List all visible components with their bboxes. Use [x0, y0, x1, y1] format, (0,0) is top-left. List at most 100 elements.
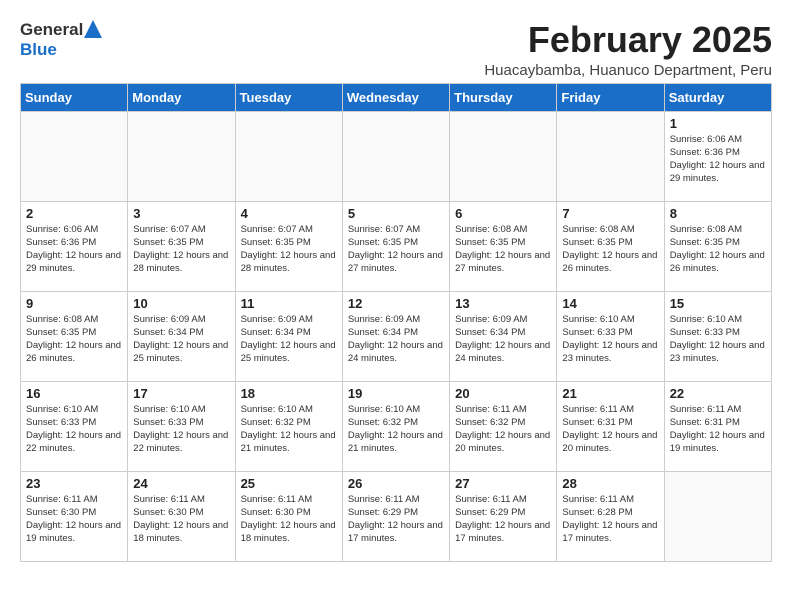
- calendar-cell: 15 Sunrise: 6:10 AM Sunset: 6:33 PM Dayli…: [664, 291, 771, 381]
- day-info: Sunrise: 6:11 AM Sunset: 6:30 PM Dayligh…: [241, 493, 337, 546]
- day-info: Sunrise: 6:11 AM Sunset: 6:29 PM Dayligh…: [348, 493, 444, 546]
- calendar-cell: 16 Sunrise: 6:10 AM Sunset: 6:33 PM Dayli…: [21, 381, 128, 471]
- day-number: 24: [133, 476, 229, 491]
- day-info: Sunrise: 6:11 AM Sunset: 6:30 PM Dayligh…: [133, 493, 229, 546]
- day-info: Sunrise: 6:08 AM Sunset: 6:35 PM Dayligh…: [455, 223, 551, 276]
- calendar-cell: 13Sunrise: 6:09 AM Sunset: 6:34 PM Dayli…: [450, 291, 557, 381]
- calendar-cell: 5 Sunrise: 6:07 AM Sunset: 6:35 PM Daylig…: [342, 201, 449, 291]
- day-info: Sunrise: 6:11 AM Sunset: 6:28 PM Dayligh…: [562, 493, 658, 546]
- calendar-cell: [128, 111, 235, 201]
- calendar-table: Sunday Monday Tuesday Wednesday Thursday…: [20, 83, 772, 562]
- day-number: 9: [26, 296, 122, 311]
- day-number: 27: [455, 476, 551, 491]
- calendar-subtitle: Huacaybamba, Huanuco Department, Peru: [484, 62, 772, 79]
- day-info: Sunrise: 6:07 AM Sunset: 6:35 PM Dayligh…: [133, 223, 229, 276]
- logo-icon: [84, 20, 102, 40]
- calendar-week-4: 23 Sunrise: 6:11 AM Sunset: 6:30 PM Dayli…: [21, 471, 772, 561]
- calendar-cell: 19Sunrise: 6:10 AM Sunset: 6:32 PM Dayli…: [342, 381, 449, 471]
- day-number: 21: [562, 386, 658, 401]
- day-info: Sunrise: 6:09 AM Sunset: 6:34 PM Dayligh…: [348, 313, 444, 366]
- day-info: Sunrise: 6:11 AM Sunset: 6:29 PM Dayligh…: [455, 493, 551, 546]
- day-info: Sunrise: 6:10 AM Sunset: 6:33 PM Dayligh…: [26, 403, 122, 456]
- day-info: Sunrise: 6:11 AM Sunset: 6:31 PM Dayligh…: [562, 403, 658, 456]
- day-info: Sunrise: 6:11 AM Sunset: 6:32 PM Dayligh…: [455, 403, 551, 456]
- calendar-cell: 17 Sunrise: 6:10 AM Sunset: 6:33 PM Dayli…: [128, 381, 235, 471]
- day-number: 23: [26, 476, 122, 491]
- header-row: Sunday Monday Tuesday Wednesday Thursday…: [21, 83, 772, 111]
- day-info: Sunrise: 6:10 AM Sunset: 6:33 PM Dayligh…: [133, 403, 229, 456]
- calendar-cell: 21 Sunrise: 6:11 AM Sunset: 6:31 PM Dayli…: [557, 381, 664, 471]
- calendar-cell: 14 Sunrise: 6:10 AM Sunset: 6:33 PM Dayli…: [557, 291, 664, 381]
- col-wednesday: Wednesday: [342, 83, 449, 111]
- day-info: Sunrise: 6:08 AM Sunset: 6:35 PM Dayligh…: [670, 223, 766, 276]
- day-number: 18: [241, 386, 337, 401]
- col-monday: Monday: [128, 83, 235, 111]
- day-number: 4: [241, 206, 337, 221]
- day-info: Sunrise: 6:08 AM Sunset: 6:35 PM Dayligh…: [562, 223, 658, 276]
- day-number: 20: [455, 386, 551, 401]
- calendar-title: February 2025: [484, 20, 772, 60]
- day-number: 13: [455, 296, 551, 311]
- calendar-cell: [21, 111, 128, 201]
- calendar-cell: 27 Sunrise: 6:11 AM Sunset: 6:29 PM Dayli…: [450, 471, 557, 561]
- day-number: 17: [133, 386, 229, 401]
- day-number: 2: [26, 206, 122, 221]
- calendar-cell: 24 Sunrise: 6:11 AM Sunset: 6:30 PM Dayli…: [128, 471, 235, 561]
- page: General Blue February 2025 Huacaybamba, …: [0, 0, 792, 572]
- day-number: 25: [241, 476, 337, 491]
- calendar-cell: 20 Sunrise: 6:11 AM Sunset: 6:32 PM Dayli…: [450, 381, 557, 471]
- calendar-week-2: 9 Sunrise: 6:08 AM Sunset: 6:35 PM Daylig…: [21, 291, 772, 381]
- calendar-cell: [664, 471, 771, 561]
- day-info: Sunrise: 6:07 AM Sunset: 6:35 PM Dayligh…: [348, 223, 444, 276]
- logo-blue: Blue: [20, 40, 57, 59]
- day-number: 3: [133, 206, 229, 221]
- calendar-cell: 2 Sunrise: 6:06 AM Sunset: 6:36 PM Daylig…: [21, 201, 128, 291]
- day-info: Sunrise: 6:11 AM Sunset: 6:31 PM Dayligh…: [670, 403, 766, 456]
- col-tuesday: Tuesday: [235, 83, 342, 111]
- title-block: February 2025 Huacaybamba, Huanuco Depar…: [484, 20, 772, 79]
- col-thursday: Thursday: [450, 83, 557, 111]
- calendar-cell: 6 Sunrise: 6:08 AM Sunset: 6:35 PM Daylig…: [450, 201, 557, 291]
- calendar-cell: 23 Sunrise: 6:11 AM Sunset: 6:30 PM Dayli…: [21, 471, 128, 561]
- calendar-cell: 3 Sunrise: 6:07 AM Sunset: 6:35 PM Daylig…: [128, 201, 235, 291]
- calendar-cell: 4 Sunrise: 6:07 AM Sunset: 6:35 PM Daylig…: [235, 201, 342, 291]
- calendar-cell: 26 Sunrise: 6:11 AM Sunset: 6:29 PM Dayli…: [342, 471, 449, 561]
- day-number: 14: [562, 296, 658, 311]
- calendar-cell: 28 Sunrise: 6:11 AM Sunset: 6:28 PM Dayli…: [557, 471, 664, 561]
- day-number: 28: [562, 476, 658, 491]
- col-friday: Friday: [557, 83, 664, 111]
- calendar-cell: [557, 111, 664, 201]
- day-info: Sunrise: 6:10 AM Sunset: 6:32 PM Dayligh…: [241, 403, 337, 456]
- day-number: 7: [562, 206, 658, 221]
- day-info: Sunrise: 6:11 AM Sunset: 6:30 PM Dayligh…: [26, 493, 122, 546]
- day-number: 16: [26, 386, 122, 401]
- day-number: 6: [455, 206, 551, 221]
- logo-general: General: [20, 20, 83, 40]
- calendar-cell: 1Sunrise: 6:06 AM Sunset: 6:36 PM Daylig…: [664, 111, 771, 201]
- calendar-cell: 10 Sunrise: 6:09 AM Sunset: 6:34 PM Dayli…: [128, 291, 235, 381]
- day-info: Sunrise: 6:10 AM Sunset: 6:33 PM Dayligh…: [670, 313, 766, 366]
- calendar-cell: 11 Sunrise: 6:09 AM Sunset: 6:34 PM Dayli…: [235, 291, 342, 381]
- day-number: 15: [670, 296, 766, 311]
- calendar-cell: [235, 111, 342, 201]
- calendar-cell: 8Sunrise: 6:08 AM Sunset: 6:35 PM Daylig…: [664, 201, 771, 291]
- day-info: Sunrise: 6:09 AM Sunset: 6:34 PM Dayligh…: [241, 313, 337, 366]
- day-number: 1: [670, 116, 766, 131]
- day-number: 5: [348, 206, 444, 221]
- day-info: Sunrise: 6:06 AM Sunset: 6:36 PM Dayligh…: [26, 223, 122, 276]
- day-number: 26: [348, 476, 444, 491]
- day-number: 19: [348, 386, 444, 401]
- col-saturday: Saturday: [664, 83, 771, 111]
- calendar-week-0: 1Sunrise: 6:06 AM Sunset: 6:36 PM Daylig…: [21, 111, 772, 201]
- day-info: Sunrise: 6:09 AM Sunset: 6:34 PM Dayligh…: [133, 313, 229, 366]
- day-number: 10: [133, 296, 229, 311]
- day-info: Sunrise: 6:07 AM Sunset: 6:35 PM Dayligh…: [241, 223, 337, 276]
- calendar-week-1: 2 Sunrise: 6:06 AM Sunset: 6:36 PM Daylig…: [21, 201, 772, 291]
- calendar-cell: [342, 111, 449, 201]
- day-info: Sunrise: 6:08 AM Sunset: 6:35 PM Dayligh…: [26, 313, 122, 366]
- calendar-week-3: 16 Sunrise: 6:10 AM Sunset: 6:33 PM Dayli…: [21, 381, 772, 471]
- logo: General Blue: [20, 20, 103, 60]
- day-number: 12: [348, 296, 444, 311]
- day-info: Sunrise: 6:10 AM Sunset: 6:33 PM Dayligh…: [562, 313, 658, 366]
- day-number: 11: [241, 296, 337, 311]
